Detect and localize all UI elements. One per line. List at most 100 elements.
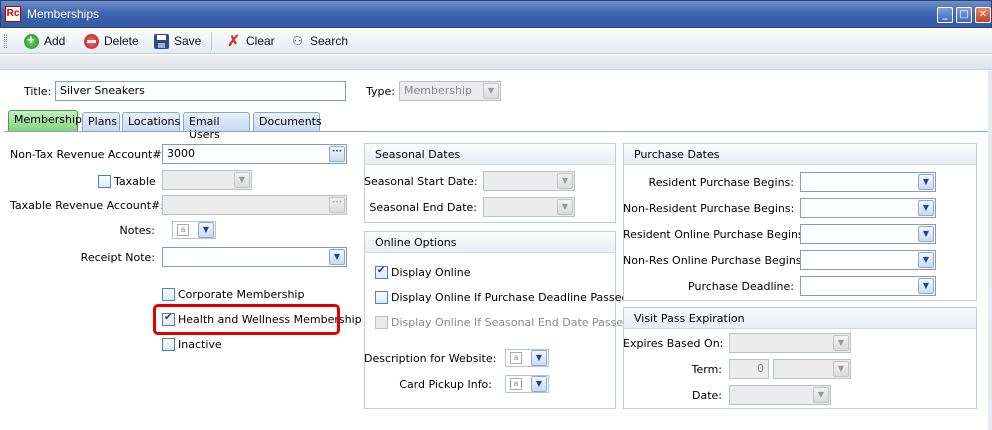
clear-icon: ✗ [227,32,240,50]
tab-email-users[interactable]: Email Users [183,112,250,141]
visit-pass-title: Visit Pass Expiration [624,308,976,329]
chevron-down-icon: ▼ [531,350,547,366]
purchase-deadline-input[interactable]: ▼ [800,276,936,296]
receipt-note-label: Receipt Note: [80,251,155,264]
taxable-select[interactable]: ▼ [162,170,252,190]
tab-divider [4,131,988,132]
taxable-checkbox[interactable] [98,175,111,188]
nonresident-purchase-label: Non-Resident Purchase Begins: [623,202,795,215]
website-description-label: Description for Website: [364,352,497,365]
close-icon[interactable]: ✕ [975,7,991,23]
date-input[interactable]: ▼ [729,385,831,405]
chevron-down-icon: ▼ [234,172,250,188]
chevron-down-icon: ▼ [531,376,547,392]
non-tax-revenue-label: Non-Tax Revenue Account#: [10,148,166,161]
purchase-dates-title: Purchase Dates [624,144,976,165]
display-seasonal-label: Display Online If Seasonal End Date Pass… [391,316,631,329]
seasonal-start-input[interactable]: ▼ [483,171,575,191]
resident-online-purchase-label: Resident Online Purchase Begins: [623,228,808,241]
type-select[interactable]: Membership ▼ [399,81,501,101]
tab-locations[interactable]: Locations [122,112,180,131]
seasonal-dates-title: Seasonal Dates [365,144,615,165]
type-value: Membership [404,84,472,97]
chevron-down-icon: ▼ [557,173,573,189]
nonresident-purchase-input[interactable]: ▼ [800,198,936,218]
taxable-label: Taxable [114,175,156,188]
toolbar-separator [211,32,212,50]
ellipsis-icon[interactable]: ··· [329,146,345,162]
chevron-down-icon: ▼ [918,252,934,268]
nonres-online-purchase-input[interactable]: ▼ [800,250,936,270]
card-pickup-label: Card Pickup Info: [399,378,492,391]
receipt-note-select[interactable]: ▼ [162,247,347,267]
toolbar: Add Delete Save ✗ Clear ⚇ Search [0,28,992,54]
memo-icon: a [510,352,522,364]
highlight-box [153,304,340,335]
add-icon [24,32,39,49]
display-seasonal-checkbox[interactable] [375,316,388,329]
toolbar-band [0,55,992,70]
delete-icon [84,33,99,49]
memo-icon: a [177,224,189,236]
search-button[interactable]: ⚇ Search [290,31,348,51]
chevron-down-icon: ▼ [918,200,934,216]
chevron-down-icon: ▼ [813,387,829,403]
chevron-down-icon: ▼ [557,199,573,215]
title-input[interactable]: Silver Sneakers [55,81,346,101]
non-tax-revenue-input[interactable]: 3000 ··· [162,144,347,164]
seasonal-start-label: Seasonal Start Date: [364,175,478,188]
non-tax-revenue-value: 3000 [167,147,195,160]
delete-label: Delete [104,34,139,48]
minimize-icon[interactable]: _ [937,7,953,23]
seasonal-end-label: Seasonal End Date: [369,201,477,214]
expires-based-on-select[interactable]: ▼ [729,333,851,353]
resident-purchase-label: Resident Purchase Begins: [648,176,794,189]
type-label: Type: [366,85,395,98]
inactive-label: Inactive [178,338,222,351]
expires-based-on-label: Expires Based On: [623,337,724,350]
term-label: Term: [691,363,722,376]
chevron-down-icon: ▼ [198,222,214,238]
add-button[interactable]: Add [24,31,65,51]
taxable-revenue-input[interactable]: ··· [162,195,347,215]
clear-button[interactable]: ✗ Clear [226,31,275,51]
tab-membership[interactable]: Membership [8,110,82,132]
add-label: Add [44,34,66,48]
inactive-checkbox[interactable] [162,338,175,351]
website-description-editor[interactable]: a ▼ [505,349,549,367]
app-icon: Rc [5,6,21,22]
window-title: Memberships [27,7,100,21]
display-online-label: Display Online [391,266,471,279]
tab-documents[interactable]: Documents [253,112,322,131]
save-label: Save [174,34,202,48]
resident-purchase-input[interactable]: ▼ [800,172,936,192]
seasonal-end-input[interactable]: ▼ [483,197,575,217]
chevron-down-icon: ▼ [483,83,499,99]
nonres-online-purchase-label: Non-Res Online Purchase Begins: [623,254,806,267]
corporate-membership-checkbox[interactable] [162,288,175,301]
chevron-down-icon: ▼ [918,226,934,242]
chevron-down-icon: ▼ [329,249,345,265]
taxable-revenue-label: Taxable Revenue Account#: [10,199,164,212]
purchase-deadline-label: Purchase Deadline: [688,280,794,293]
maximize-icon[interactable]: □ [956,7,972,23]
window-titlebar: Rc Memberships _ □ ✕ [0,0,992,28]
notes-editor-button[interactable]: a ▼ [172,221,216,239]
window-edge [988,70,992,430]
term-input[interactable]: 0 [729,359,769,379]
delete-button[interactable]: Delete [84,31,139,51]
resident-online-purchase-input[interactable]: ▼ [800,224,936,244]
clear-label: Clear [246,34,275,48]
tab-plans[interactable]: Plans [82,112,120,131]
search-label: Search [310,34,349,48]
display-online-checkbox[interactable] [375,265,388,279]
notes-label: Notes: [119,224,155,237]
ellipsis-icon[interactable]: ··· [329,197,345,213]
title-label: Title: [24,85,52,98]
save-button[interactable]: Save [154,31,201,51]
card-pickup-editor[interactable]: a ▼ [505,375,549,393]
display-deadline-checkbox[interactable] [375,291,388,304]
toolbar-grip[interactable] [4,34,7,48]
term-unit-select[interactable]: ▼ [773,359,851,379]
chevron-down-icon: ▼ [918,174,934,190]
